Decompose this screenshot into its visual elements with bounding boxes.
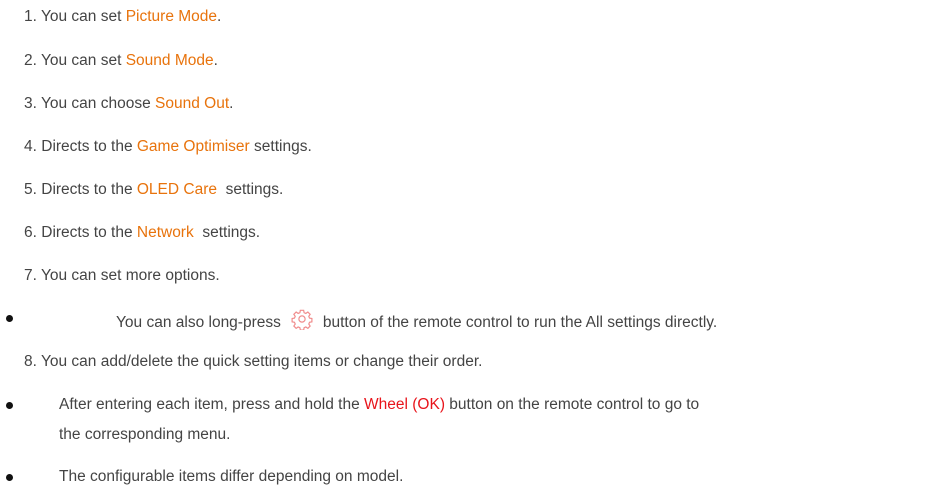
item-number: 4. [24,138,37,155]
network-link: Network [136,224,194,241]
list-item-1: 1. You can set Picture Mode. [24,7,221,27]
item-text-end: settings. [249,138,312,155]
list-item-3: 3. You can choose Sound Out. [24,94,233,114]
bullet-dot [6,474,13,481]
item-number: 3. [24,95,37,112]
item-text: You can set [40,52,126,69]
item-number: 1. [24,8,37,25]
item-text-end: . [217,8,222,25]
sound-mode-link: Sound Mode [125,52,214,69]
game-optimiser-link: Game Optimiser [136,138,250,155]
list-item-4: 4. Directs to the Game Optimiser setting… [24,137,312,157]
long-press-text: You can also long-press [116,314,281,331]
long-press-text-end: button of the remote control to run the … [322,314,718,331]
bullet-dot [6,402,13,409]
list-item-6: 6. Directs to the Network settings. [24,223,260,243]
item-number: 6. [24,224,37,241]
gear-icon [291,309,313,330]
bullet-text-line2: the corresponding menu. [59,426,231,443]
oled-care-link: OLED Care [136,181,217,198]
item-text-end: settings. [217,181,284,198]
bullet-text: You can also long-press button of the re… [116,308,717,333]
list-item-2: 2. You can set Sound Mode. [24,51,218,71]
list-item-5: 5. Directs to the OLED Care settings. [24,180,283,200]
item-text: Directs to the [41,224,137,241]
picture-mode-link: Picture Mode [125,8,218,25]
item-text-end: settings. [193,224,261,241]
item-number: 7. [24,267,37,284]
item-text: You can add/delete the quick setting ite… [40,353,483,370]
bullet-dot [6,315,13,322]
item-text: You can choose [40,95,156,112]
list-item-7: 7. You can set more options. [24,266,220,286]
wheel-text: After entering each item, press and hold… [59,396,365,413]
bullet-text-line1: After entering each item, press and hold… [59,395,699,415]
bullet-text: The configurable items differ depending … [59,468,404,485]
item-text-end: . [229,95,234,112]
item-number: 2. [24,52,37,69]
sound-out-link: Sound Out [155,95,230,112]
list-item-8: 8. You can add/delete the quick setting … [24,352,482,372]
item-text: You can set [40,8,126,25]
item-text-end: . [213,52,218,69]
item-number: 8. [24,353,37,370]
item-text: You can set more options. [40,267,220,284]
item-text: Directs to the [41,138,137,155]
wheel-text-end: button on the remote control to go to [444,396,700,413]
item-text: Directs to the [41,181,137,198]
item-number: 5. [24,181,37,198]
wheel-ok-link: Wheel (OK) [364,396,445,413]
